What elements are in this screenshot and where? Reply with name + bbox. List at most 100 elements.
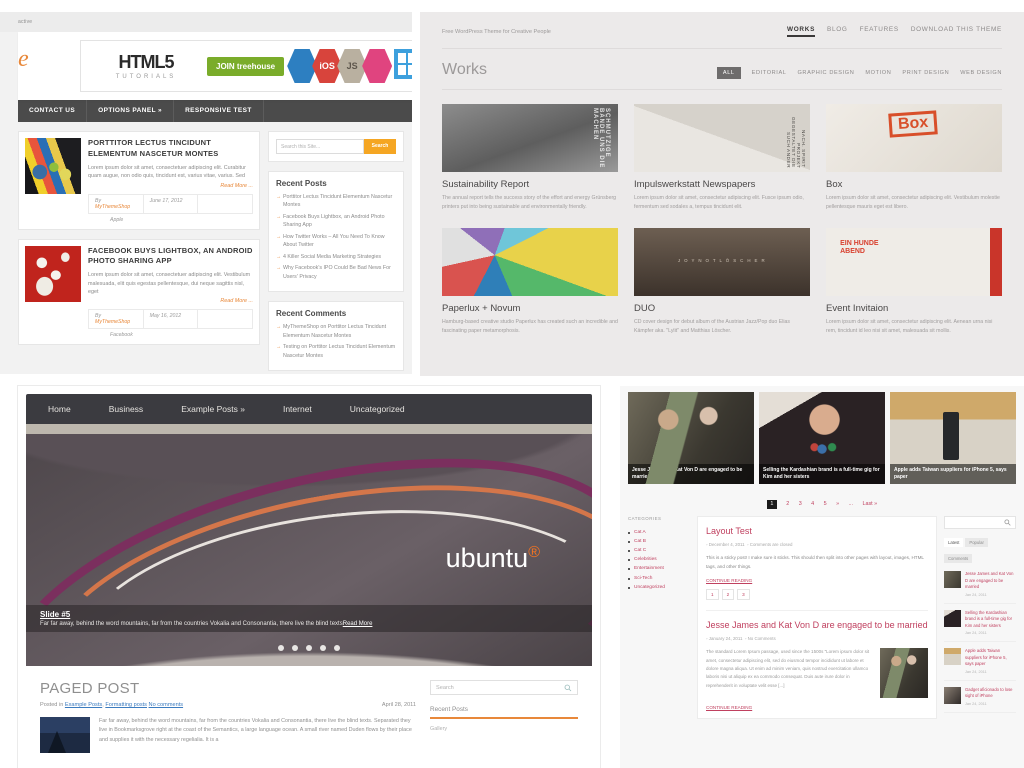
portfolio-item[interactable]: Sustainability Report The annual report …: [442, 104, 618, 212]
recent-post-preview[interactable]: Gallery: [430, 726, 578, 732]
search-input[interactable]: Search: [436, 685, 454, 691]
page-next[interactable]: »: [836, 501, 839, 507]
tab-popular[interactable]: Popular: [965, 538, 988, 547]
portfolio-thumbnail[interactable]: [634, 104, 810, 172]
read-more-link[interactable]: Read More ...: [88, 183, 253, 189]
slider-dot[interactable]: [306, 645, 312, 651]
list-item[interactable]: Jesse James and Kat Von D are engaged to…: [944, 565, 1016, 604]
portfolio-thumbnail[interactable]: [442, 104, 618, 172]
post-thumbnail[interactable]: [25, 138, 81, 194]
article-page-2[interactable]: 2: [721, 589, 735, 601]
article-image[interactable]: [880, 648, 928, 699]
portfolio-item[interactable]: Box Lorem ipsum dolor sit amet, consecte…: [826, 104, 1002, 212]
list-item[interactable]: Apple adds Taiwan suppliers for iPhone 5…: [944, 642, 1016, 681]
article-page-links[interactable]: 1 2 3: [706, 589, 928, 601]
featured-caption[interactable]: Jesse James and Kat Von D are engaged to…: [628, 463, 754, 484]
portfolio-thumbnail[interactable]: [634, 227, 810, 296]
category-item[interactable]: Celebrities: [628, 555, 690, 564]
article-page-3[interactable]: 3: [737, 589, 750, 601]
main-nav[interactable]: Home Business Example Posts » Internet U…: [26, 394, 592, 424]
list-item-title[interactable]: Selling the Kardashian brand is a full-t…: [965, 610, 1016, 630]
article-title[interactable]: Layout Test: [706, 525, 928, 537]
post-title[interactable]: PORTTITOR LECTUS TINCIDUNT ELEMENTUM NAS…: [88, 138, 253, 160]
featured-item[interactable]: Apple adds Taiwan suppliers for iPhone 5…: [890, 392, 1016, 484]
search-button[interactable]: Search: [364, 139, 396, 154]
ad-banner[interactable]: HTML5 TUTORIALS JOIN treehouse iOS JS: [80, 40, 412, 92]
post-item[interactable]: PORTTITOR LECTUS TINCIDUNT ELEMENTUM NAS…: [18, 131, 260, 230]
post-title[interactable]: FACEBOOK BUYS LIGHTBOX, AN ANDROID PHOTO…: [88, 246, 253, 268]
portfolio-thumbnail[interactable]: [442, 227, 618, 296]
tab-comments[interactable]: Comments: [944, 554, 973, 563]
pagination[interactable]: 1 2 3 4 5 » ... Last »: [620, 484, 1024, 516]
post-image[interactable]: [40, 717, 90, 753]
featured-item[interactable]: Jesse James and Kat Von D are engaged to…: [628, 392, 754, 484]
list-item[interactable]: Porttitor Lectus Tincidunt Elementum Nas…: [276, 193, 396, 210]
slide-title[interactable]: Slide #5: [40, 610, 578, 619]
continue-reading-link[interactable]: CONTINUE READING: [706, 578, 928, 583]
post-category[interactable]: Facebook: [88, 332, 253, 338]
slider-dot[interactable]: [292, 645, 298, 651]
featured-slider[interactable]: ubuntu® Slide #5 Far far away, behind th…: [26, 434, 592, 666]
featured-item[interactable]: Selling the Kardashian brand is a full-t…: [759, 392, 885, 484]
search-icon[interactable]: [564, 684, 572, 692]
continue-reading-link[interactable]: CONTINUE READING: [706, 705, 928, 710]
page-3[interactable]: 3: [799, 501, 802, 507]
featured-caption[interactable]: Selling the Kardashian brand is a full-t…: [759, 463, 885, 484]
nav-item-contact[interactable]: CONTACT US: [18, 100, 88, 122]
list-item-title[interactable]: Jesse James and Kat Von D are engaged to…: [965, 571, 1016, 591]
list-item[interactable]: Testing on Porttitor Lectus Tincidunt El…: [276, 343, 396, 360]
portfolio-title[interactable]: Paperlux + Novum: [442, 303, 618, 314]
article-title[interactable]: Jesse James and Kat Von D are engaged to…: [706, 619, 928, 631]
nav-item-works[interactable]: WORKS: [787, 26, 816, 37]
nav-item-options-panel[interactable]: OPTIONS PANEL »: [87, 100, 175, 122]
nav-item-example-posts[interactable]: Example Posts »: [181, 404, 245, 414]
read-more-link[interactable]: Read More: [343, 621, 373, 627]
category-item[interactable]: Cat A: [628, 528, 690, 537]
nav-item-uncategorized[interactable]: Uncategorized: [350, 404, 405, 414]
list-item[interactable]: Facebook Buys Lightbox, an Android Photo…: [276, 213, 396, 230]
category-link[interactable]: Example Posts: [65, 702, 102, 708]
slider-dots[interactable]: [26, 638, 592, 656]
nav-item-features[interactable]: FEATURES: [860, 26, 899, 37]
portfolio-item[interactable]: DUO CD cover design for debut album of t…: [634, 227, 810, 336]
nav-item-home[interactable]: Home: [48, 404, 71, 414]
page-2[interactable]: 2: [786, 501, 789, 507]
comments-link[interactable]: No comments: [149, 702, 184, 708]
list-item[interactable]: Gadget aficionado to lose sight of iPhon…: [944, 681, 1016, 713]
portfolio-thumbnail[interactable]: [826, 227, 1002, 296]
portfolio-title[interactable]: Sustainability Report: [442, 179, 618, 190]
list-item[interactable]: Why Facebook's IPO Could Be Bad News For…: [276, 264, 396, 281]
tab-latest[interactable]: Latest: [944, 538, 964, 547]
post-author[interactable]: By MyThemeShop: [89, 310, 144, 329]
page-4[interactable]: 4: [811, 501, 814, 507]
list-item[interactable]: 4 Killer Social Media Marketing Strategi…: [276, 253, 396, 262]
filter-bar[interactable]: ALL EDITORIAL GRAPHIC DESIGN MOTION PRIN…: [716, 67, 1002, 79]
post-thumbnail[interactable]: [25, 245, 81, 302]
slider-dot[interactable]: [334, 645, 340, 651]
list-item-title[interactable]: Apple adds Taiwan suppliers for iPhone 5…: [965, 648, 1016, 668]
filter-editorial[interactable]: EDITORIAL: [752, 70, 787, 76]
sidebar-tabs[interactable]: Latest Popular: [944, 538, 1016, 547]
slider-dot[interactable]: [278, 645, 284, 651]
search-widget[interactable]: [944, 516, 1016, 529]
slider-dot[interactable]: [320, 645, 326, 651]
nav-item-internet[interactable]: Internet: [283, 404, 312, 414]
search-input[interactable]: Search this Site...: [276, 139, 364, 154]
page-1[interactable]: 1: [766, 499, 777, 509]
post-author[interactable]: By MyThemeShop: [89, 194, 144, 213]
category-link[interactable]: Formatting posts: [105, 702, 147, 708]
portfolio-title[interactable]: Box: [826, 179, 1002, 190]
read-more-link[interactable]: Read More ...: [88, 298, 253, 304]
filter-all[interactable]: ALL: [716, 67, 741, 79]
filter-motion[interactable]: MOTION: [865, 70, 891, 76]
portfolio-title[interactable]: Event Invitaion: [826, 303, 1002, 314]
post-item[interactable]: FACEBOOK BUYS LIGHTBOX, AN ANDROID PHOTO…: [18, 238, 260, 346]
category-item[interactable]: Entertainment: [628, 564, 690, 573]
list-item[interactable]: MyThemeShop on Porttitor Lectus Tincidun…: [276, 323, 396, 340]
search-icon[interactable]: [1004, 519, 1011, 526]
post-category[interactable]: Apple: [88, 217, 253, 223]
filter-print-design[interactable]: PRINT DESIGN: [902, 70, 949, 76]
list-item-title[interactable]: Gadget aficionado to lose sight of iPhon…: [965, 687, 1016, 700]
article-page-1[interactable]: 1: [706, 589, 719, 601]
portfolio-title[interactable]: Impulswerkstatt Newspapers: [634, 179, 810, 190]
